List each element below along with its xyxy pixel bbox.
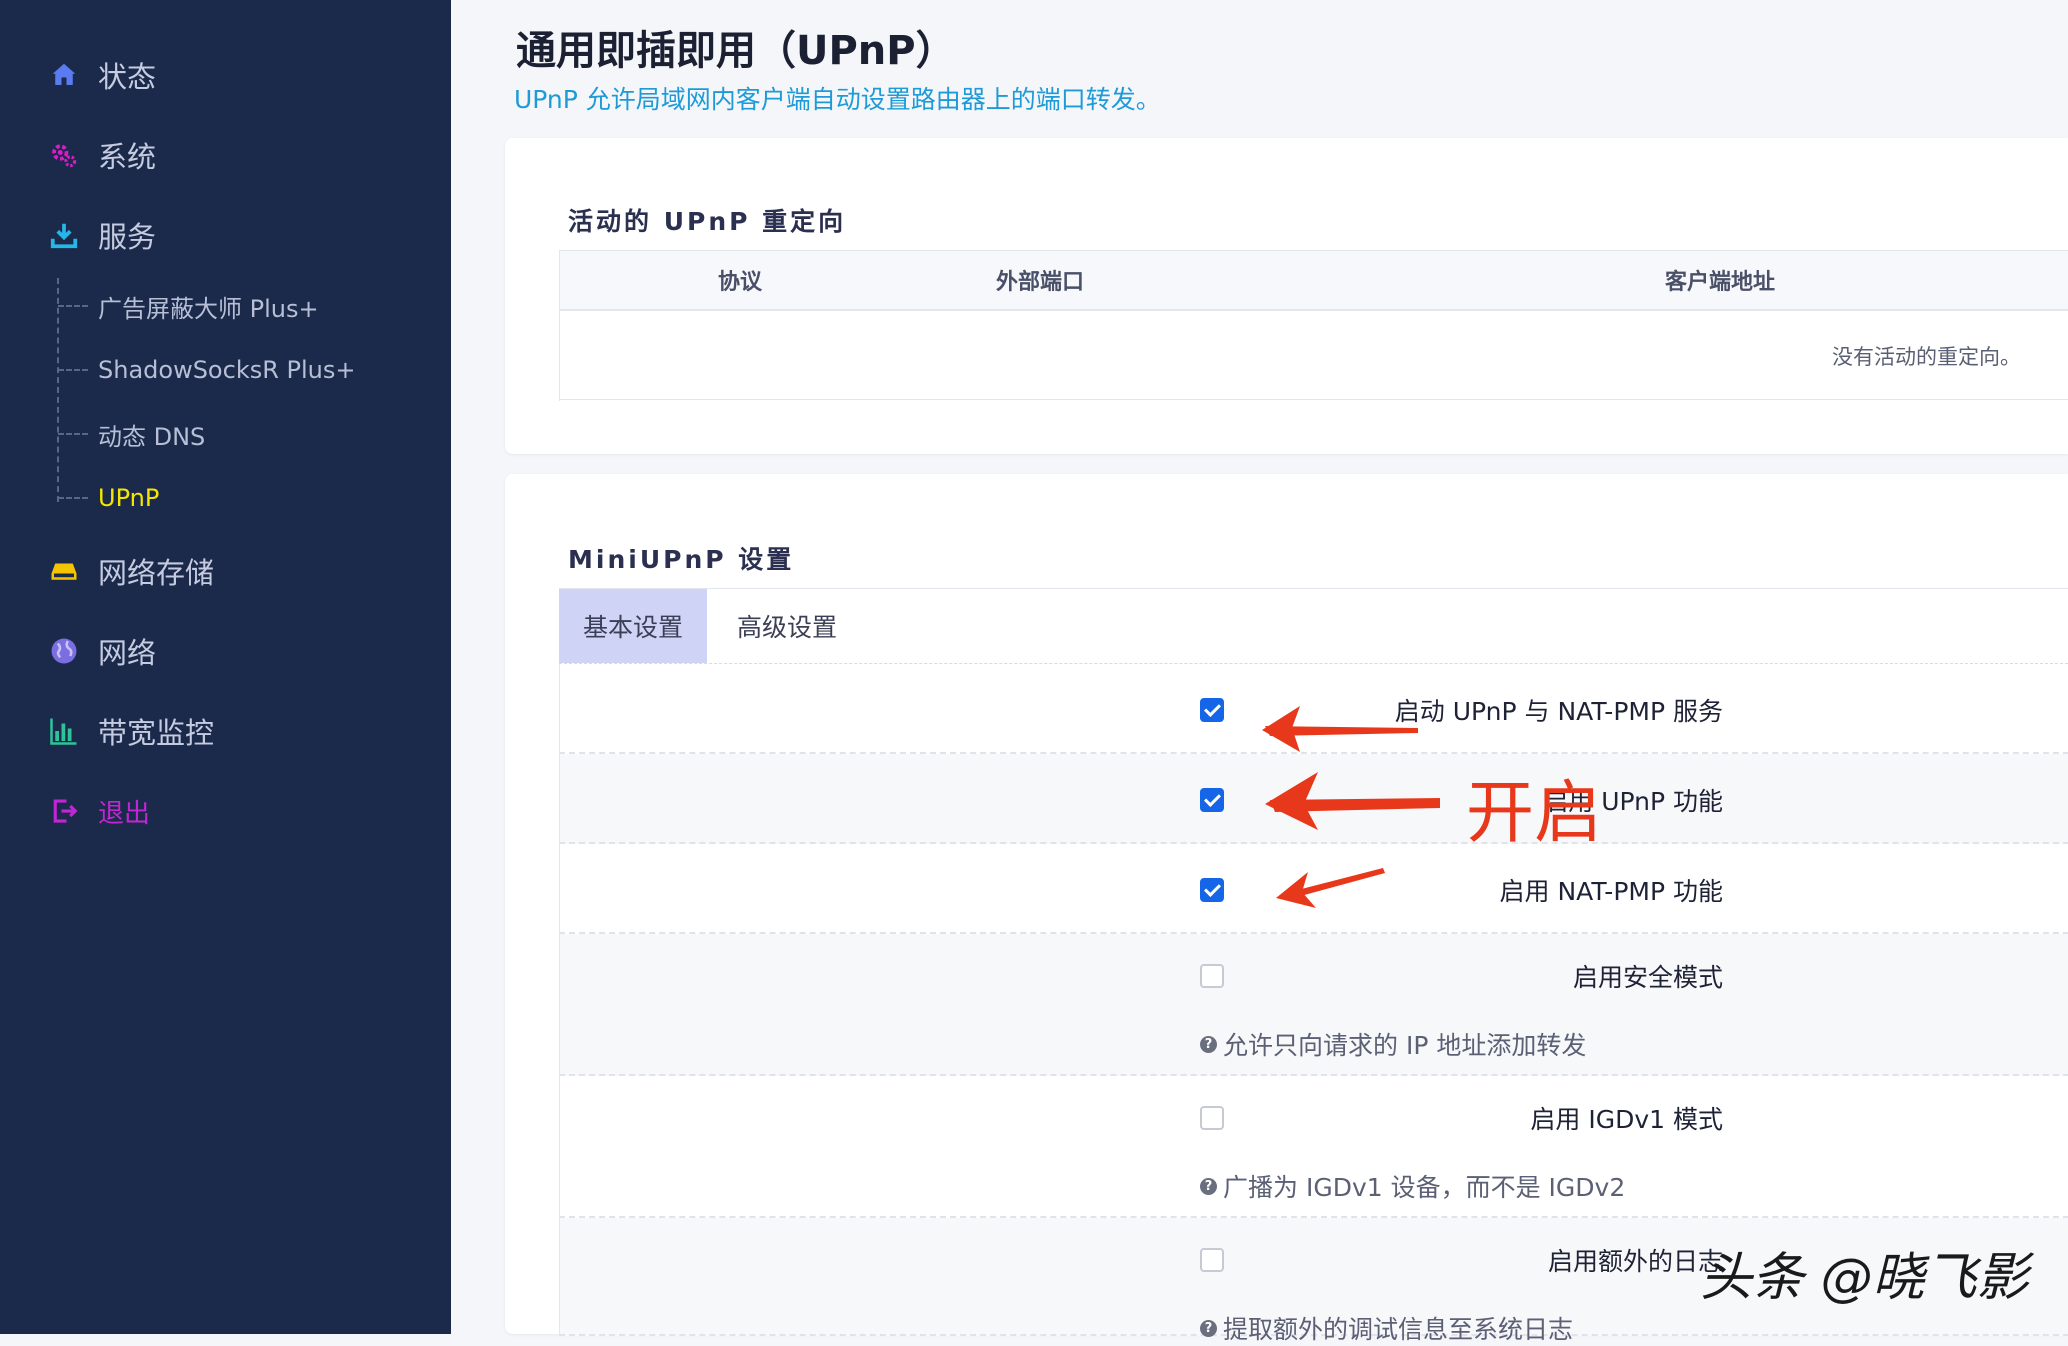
tab-basic-settings[interactable]: 基本设置 bbox=[559, 589, 707, 663]
secure-mode-checkbox[interactable] bbox=[1200, 964, 1224, 988]
option-row-secure-mode: 启用安全模式 ? 允许只向请求的 IP 地址添加转发 bbox=[559, 934, 2068, 1076]
download-icon bbox=[46, 217, 82, 253]
option-row-enable-upnp: 启用 UPnP 功能 bbox=[559, 754, 2068, 844]
sidebar-item-status[interactable]: 状态 bbox=[46, 45, 156, 105]
sidebar-item-bandwidth[interactable]: 带宽监控 bbox=[46, 701, 214, 761]
settings-section-title: MiniUPnP 设置 bbox=[568, 545, 795, 574]
help-text: 提取额外的调试信息至系统日志 bbox=[1223, 1315, 1574, 1344]
sidebar-subitem-label: ShadowSocksR Plus+ bbox=[98, 356, 356, 384]
sidebar-subitem-label: UPnP bbox=[98, 484, 160, 512]
option-help-text: ? 广播为 IGDv1 设备，而不是 IGDv2 bbox=[1200, 1168, 1625, 1204]
tab-advanced-settings[interactable]: 高级设置 bbox=[707, 589, 867, 663]
option-label: 启用 NAT-PMP 功能 bbox=[1499, 877, 1723, 906]
sidebar-subitem-upnp[interactable]: UPnP bbox=[58, 476, 159, 520]
sidebar-item-label: 服务 bbox=[98, 220, 157, 254]
table-header-row: 协议 外部端口 客户端地址 bbox=[560, 251, 2068, 311]
page-description: UPnP 允许局域网内客户端自动设置路由器上的端口转发。 bbox=[514, 85, 1161, 114]
sidebar-subitem-ssr[interactable]: ShadowSocksR Plus+ bbox=[58, 348, 355, 392]
watermark: 头条 @晓飞影 bbox=[1700, 1248, 2029, 1308]
question-icon: ? bbox=[1200, 1177, 1217, 1195]
page-title: 通用即插即用（UPnP） bbox=[516, 28, 956, 74]
help-text: 允许只向请求的 IP 地址添加转发 bbox=[1223, 1031, 1587, 1060]
help-text: 广播为 IGDv1 设备，而不是 IGDv2 bbox=[1223, 1173, 1626, 1202]
option-label: 启用安全模式 bbox=[1572, 963, 1723, 992]
sidebar-item-services[interactable]: 服务 bbox=[46, 205, 156, 265]
sidebar-subitem-ddns[interactable]: 动态 DNS bbox=[58, 412, 205, 456]
empty-message: 没有活动的重定向。 bbox=[1832, 345, 2021, 369]
redirects-table: 协议 外部端口 客户端地址 没有活动的重定向。 bbox=[559, 250, 2068, 401]
home-icon bbox=[46, 57, 82, 93]
sidebar-item-label: 退出 bbox=[98, 798, 151, 829]
option-help-text: ? 允许只向请求的 IP 地址添加转发 bbox=[1200, 1026, 1586, 1062]
column-header-client-address[interactable]: 客户端地址 bbox=[1560, 251, 1880, 309]
sidebar-item-label: 网络 bbox=[98, 636, 157, 670]
option-label: 启用额外的日志 bbox=[1547, 1247, 1723, 1276]
sidebar-item-system[interactable]: 系统 bbox=[46, 125, 156, 185]
sidebar-subitem-adblock[interactable]: 广告屏蔽大师 Plus+ bbox=[58, 284, 319, 328]
sidebar-item-label: 带宽监控 bbox=[98, 716, 215, 750]
sidebar-item-label: 状态 bbox=[98, 60, 157, 94]
column-header-external-port[interactable]: 外部端口 bbox=[920, 251, 1160, 309]
option-row-enable-natpmp: 启用 NAT-PMP 功能 bbox=[559, 844, 2068, 934]
column-header-protocol[interactable]: 协议 bbox=[560, 251, 920, 309]
miniupnp-settings-card: MiniUPnP 设置 基本设置 高级设置 启动 UPnP 与 NAT-PMP … bbox=[505, 474, 2068, 1344]
bar-chart-icon bbox=[46, 713, 82, 749]
drive-icon bbox=[46, 553, 82, 589]
sidebar: 状态 系统 服务 广告屏蔽大师 Plus+ ShadowSocksR Plus+… bbox=[0, 0, 451, 1334]
sidebar-item-storage[interactable]: 网络存储 bbox=[46, 541, 214, 601]
settings-tabs: 基本设置 高级设置 bbox=[559, 588, 2068, 664]
extra-logging-checkbox[interactable] bbox=[1200, 1248, 1224, 1272]
option-label: 启用 IGDv1 模式 bbox=[1530, 1105, 1723, 1134]
option-label: 启动 UPnP 与 NAT-PMP 服务 bbox=[1394, 697, 1723, 726]
sidebar-item-label: 网络存储 bbox=[98, 556, 215, 590]
table-row: 没有活动的重定向。 bbox=[560, 311, 2068, 400]
question-icon: ? bbox=[1200, 1035, 1217, 1053]
enable-service-checkbox[interactable] bbox=[1200, 698, 1224, 722]
logout-icon bbox=[46, 793, 82, 829]
active-redirects-card: 活动的 UPnP 重定向 协议 外部端口 客户端地址 没有活动的重定向。 bbox=[505, 138, 2068, 454]
sidebar-item-network[interactable]: 网络 bbox=[46, 621, 156, 681]
sidebar-item-logout[interactable]: 退出 bbox=[46, 781, 150, 841]
option-help-text: ? 提取额外的调试信息至系统日志 bbox=[1200, 1310, 1573, 1346]
annotation-label: 开启 bbox=[1466, 774, 1603, 853]
sidebar-item-label: 系统 bbox=[98, 140, 157, 174]
igdv1-mode-checkbox[interactable] bbox=[1200, 1106, 1224, 1130]
gears-icon bbox=[46, 137, 82, 173]
option-row-igdv1-mode: 启用 IGDv1 模式 ? 广播为 IGDv1 设备，而不是 IGDv2 bbox=[559, 1076, 2068, 1218]
sidebar-subitem-label: 广告屏蔽大师 Plus+ bbox=[98, 294, 319, 323]
redirects-section-title: 活动的 UPnP 重定向 bbox=[568, 207, 847, 236]
sidebar-subitem-label: 动态 DNS bbox=[98, 422, 206, 451]
globe-icon bbox=[46, 633, 82, 669]
option-row-enable-service: 启动 UPnP 与 NAT-PMP 服务 bbox=[559, 664, 2068, 754]
enable-natpmp-checkbox[interactable] bbox=[1200, 878, 1224, 902]
enable-upnp-checkbox[interactable] bbox=[1200, 788, 1224, 812]
